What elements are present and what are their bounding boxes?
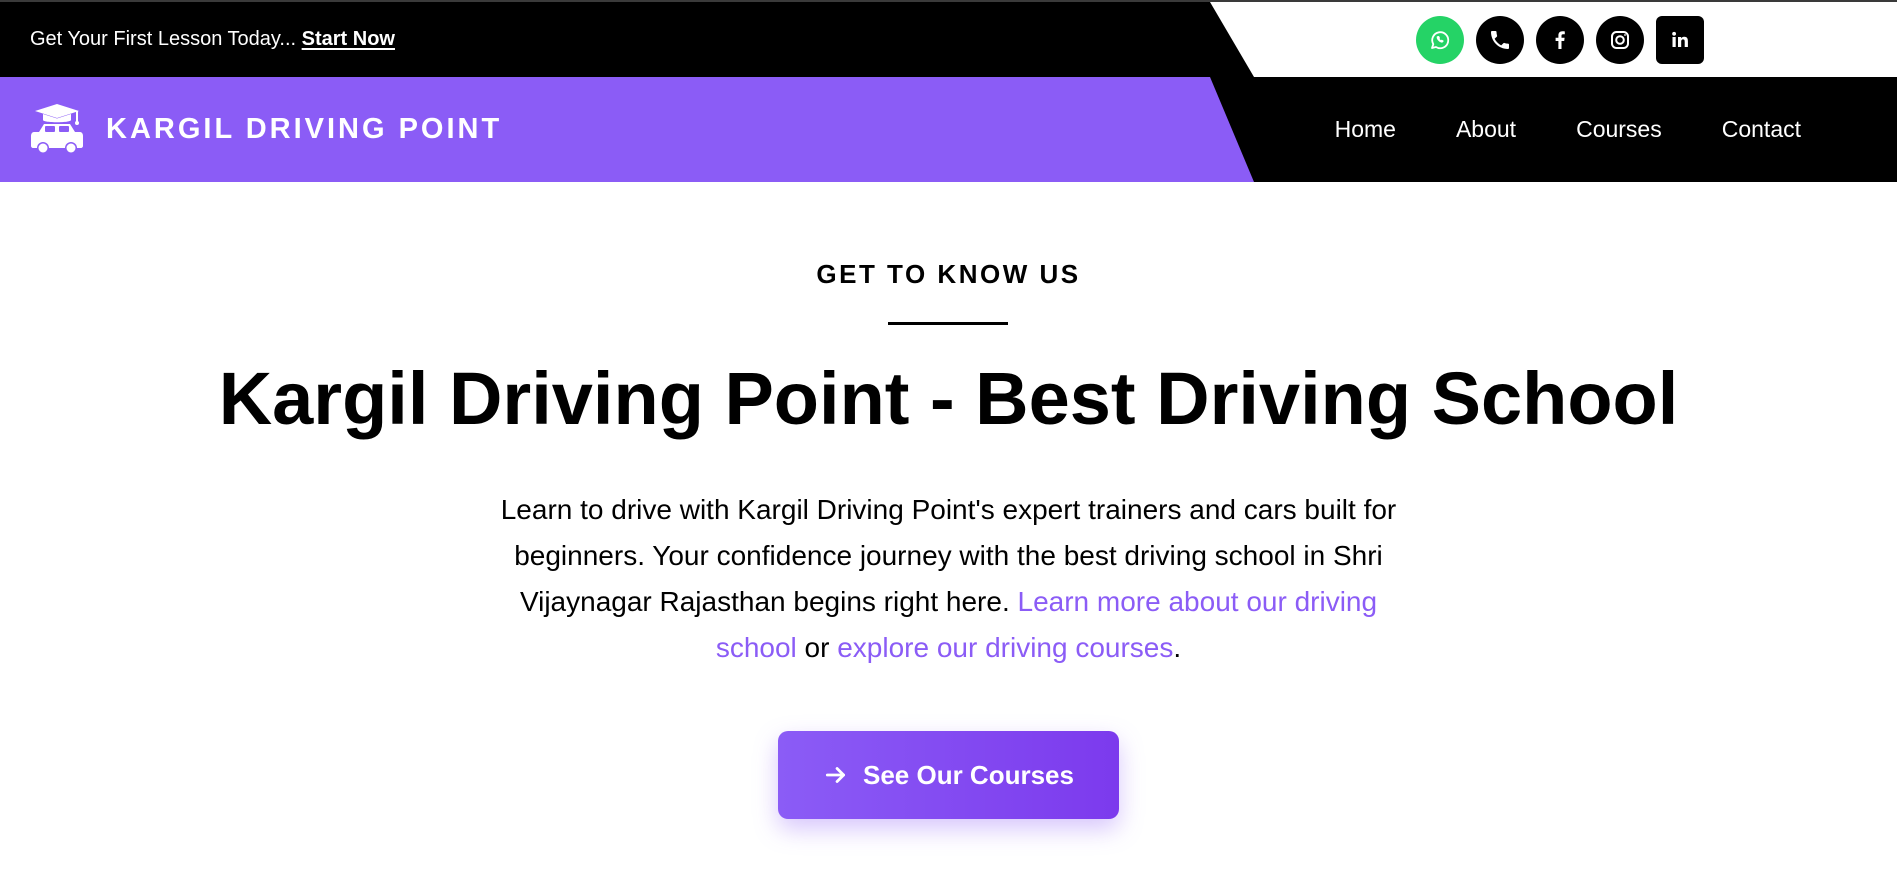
brand-logo-link[interactable]: KARGIL DRIVING POINT <box>28 77 502 182</box>
nav-about[interactable]: About <box>1456 116 1516 143</box>
section-eyebrow: GET TO KNOW US <box>816 259 1081 289</box>
phone-icon[interactable] <box>1476 16 1524 64</box>
promo-banner: Get Your First Lesson Today... Start Now <box>30 2 395 77</box>
hero-description: Learn to drive with Kargil Driving Point… <box>498 487 1399 671</box>
top-bar: Get Your First Lesson Today... Start Now <box>0 2 1897 77</box>
nav-contact[interactable]: Contact <box>1722 116 1801 143</box>
nav-courses[interactable]: Courses <box>1576 116 1662 143</box>
linkedin-icon[interactable] <box>1656 16 1704 64</box>
hero-title: Kargil Driving Point - Best Driving Scho… <box>218 357 1679 440</box>
nav-home[interactable]: Home <box>1335 116 1396 143</box>
see-courses-label: See Our Courses <box>863 759 1074 790</box>
social-links <box>1416 16 1704 64</box>
whatsapp-icon[interactable] <box>1416 16 1464 64</box>
instagram-icon[interactable] <box>1596 16 1644 64</box>
brand-name: KARGIL DRIVING POINT <box>106 113 503 145</box>
see-courses-button[interactable]: See Our Courses <box>778 731 1119 819</box>
facebook-icon[interactable] <box>1536 16 1584 64</box>
section-divider <box>888 322 1008 325</box>
start-now-link[interactable]: Start Now <box>302 28 395 50</box>
arrow-right-icon <box>825 767 845 783</box>
description-connector: or <box>804 632 830 663</box>
main-header: KARGIL DRIVING POINT Home About Courses … <box>0 77 1897 182</box>
explore-courses-link[interactable]: explore our driving courses <box>837 632 1173 663</box>
description-end: . <box>1173 632 1182 663</box>
main-nav: Home About Courses Contact <box>1335 77 1801 182</box>
promo-text: Get Your First Lesson Today... <box>30 28 297 50</box>
car-graduation-cap-icon <box>31 103 83 154</box>
